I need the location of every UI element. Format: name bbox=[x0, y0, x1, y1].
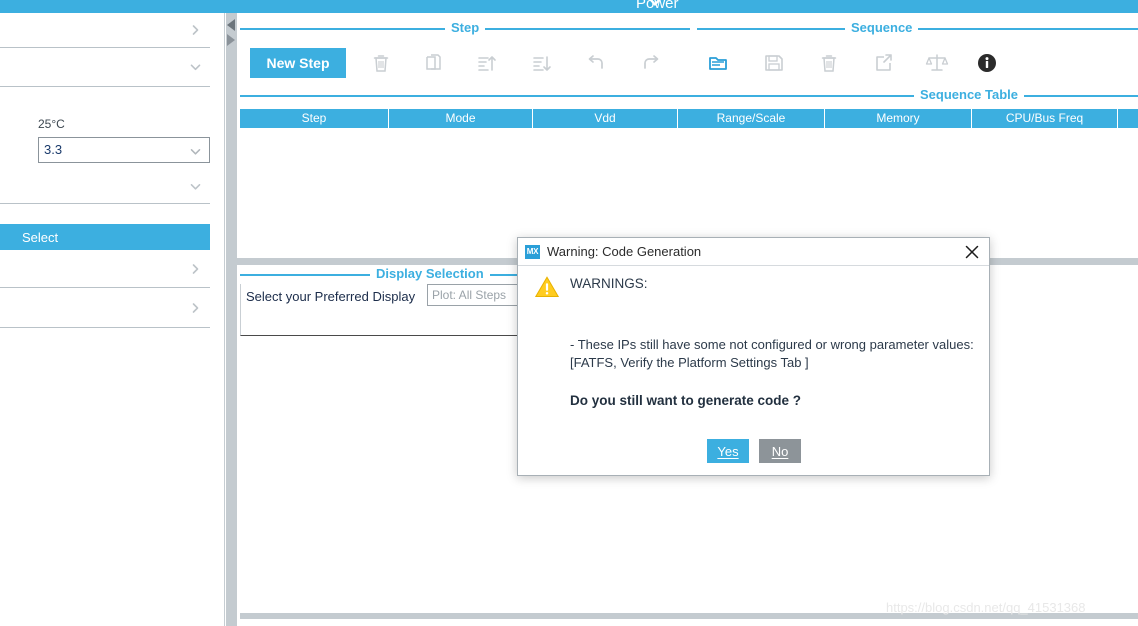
sequence-table-group: Sequence Table bbox=[240, 87, 1138, 105]
yes-button-label: Yes bbox=[717, 443, 739, 459]
warning-triangle-icon bbox=[534, 275, 560, 299]
application-window: Power 25°C 3.3 Select Step New Step Sequ… bbox=[0, 0, 1138, 626]
sidebar-row-2[interactable] bbox=[0, 48, 210, 87]
compare-sequence-icon[interactable] bbox=[924, 50, 950, 76]
table-header-cpu-bus-freq[interactable]: CPU/Bus Freq bbox=[972, 109, 1117, 128]
delete-step-icon[interactable] bbox=[368, 50, 394, 76]
select-button[interactable]: Select bbox=[0, 224, 210, 250]
warning-details-text: - These IPs still have some not configur… bbox=[570, 337, 974, 370]
chevron-right-icon[interactable] bbox=[189, 262, 202, 275]
cubemx-app-icon: MX bbox=[525, 245, 540, 259]
sequence-group: Sequence bbox=[697, 20, 1138, 82]
preferred-display-placeholder: Plot: All Steps bbox=[432, 288, 507, 302]
power-header-title: Power bbox=[636, 0, 679, 12]
watermark: https://blog.csdn.net/qq_41531368 bbox=[886, 600, 1086, 615]
preferred-display-label: Select your Preferred Display bbox=[246, 289, 416, 304]
step-group-title: Step bbox=[445, 20, 486, 35]
sequence-table-group-title: Sequence Table bbox=[914, 87, 1025, 102]
sidebar-row-3[interactable] bbox=[0, 87, 210, 204]
power-header-bar: Power bbox=[0, 0, 1138, 13]
table-header-step[interactable]: Step bbox=[240, 109, 388, 128]
undo-icon[interactable] bbox=[583, 50, 609, 76]
code-generation-warning-dialog: MX Warning: Code Generation WARNINGS: - … bbox=[517, 237, 990, 476]
no-button-label: No bbox=[771, 443, 789, 459]
table-header-memory[interactable]: Memory bbox=[825, 109, 971, 128]
table-header-mode[interactable]: Mode bbox=[389, 109, 532, 128]
triangle-left-icon[interactable] bbox=[227, 19, 235, 31]
dialog-title: Warning: Code Generation bbox=[547, 244, 702, 259]
left-sidebar: 25°C 3.3 Select bbox=[0, 13, 225, 626]
info-icon[interactable] bbox=[974, 50, 1000, 76]
chevron-right-icon[interactable] bbox=[189, 301, 202, 314]
close-icon[interactable] bbox=[961, 242, 983, 262]
export-sequence-icon[interactable] bbox=[871, 50, 897, 76]
sequence-group-title: Sequence bbox=[845, 20, 919, 35]
preferred-display-combo[interactable]: Plot: All Steps bbox=[427, 284, 530, 306]
yes-button[interactable]: Yes bbox=[707, 439, 749, 463]
display-selection-group: Display Selection bbox=[240, 266, 520, 284]
sidebar-row-4[interactable] bbox=[0, 250, 210, 288]
save-sequence-icon[interactable] bbox=[761, 50, 787, 76]
table-header-range-scale[interactable]: Range/Scale bbox=[678, 109, 824, 128]
delete-sequence-icon[interactable] bbox=[816, 50, 842, 76]
sequence-table-header: Step Mode Vdd Range/Scale Memory CPU/Bus… bbox=[240, 109, 1138, 128]
table-header-vdd[interactable]: Vdd bbox=[533, 109, 677, 128]
no-button[interactable]: No bbox=[759, 439, 801, 463]
triangle-right-icon[interactable] bbox=[227, 34, 235, 46]
new-step-button[interactable]: New Step bbox=[250, 48, 346, 78]
display-selection-group-title: Display Selection bbox=[370, 266, 490, 281]
chevron-down-icon[interactable] bbox=[189, 61, 202, 74]
step-group: Step New Step bbox=[240, 20, 690, 82]
generate-code-question: Do you still want to generate code ? bbox=[570, 393, 802, 408]
chevron-down-icon[interactable] bbox=[189, 180, 202, 193]
open-sequence-icon[interactable] bbox=[706, 50, 732, 76]
warnings-label: WARNINGS: bbox=[570, 276, 648, 291]
move-step-down-icon[interactable] bbox=[528, 50, 554, 76]
dialog-title-bar: MX Warning: Code Generation bbox=[518, 238, 989, 266]
panel-vertical-splitter[interactable] bbox=[226, 13, 237, 626]
redo-icon[interactable] bbox=[638, 50, 664, 76]
duplicate-step-icon[interactable] bbox=[420, 50, 446, 76]
move-step-up-icon[interactable] bbox=[473, 50, 499, 76]
sidebar-row-5[interactable] bbox=[0, 288, 210, 328]
sidebar-row-1[interactable] bbox=[0, 13, 210, 48]
chevron-right-icon[interactable] bbox=[189, 24, 202, 37]
table-header-overflow[interactable] bbox=[1118, 109, 1138, 128]
